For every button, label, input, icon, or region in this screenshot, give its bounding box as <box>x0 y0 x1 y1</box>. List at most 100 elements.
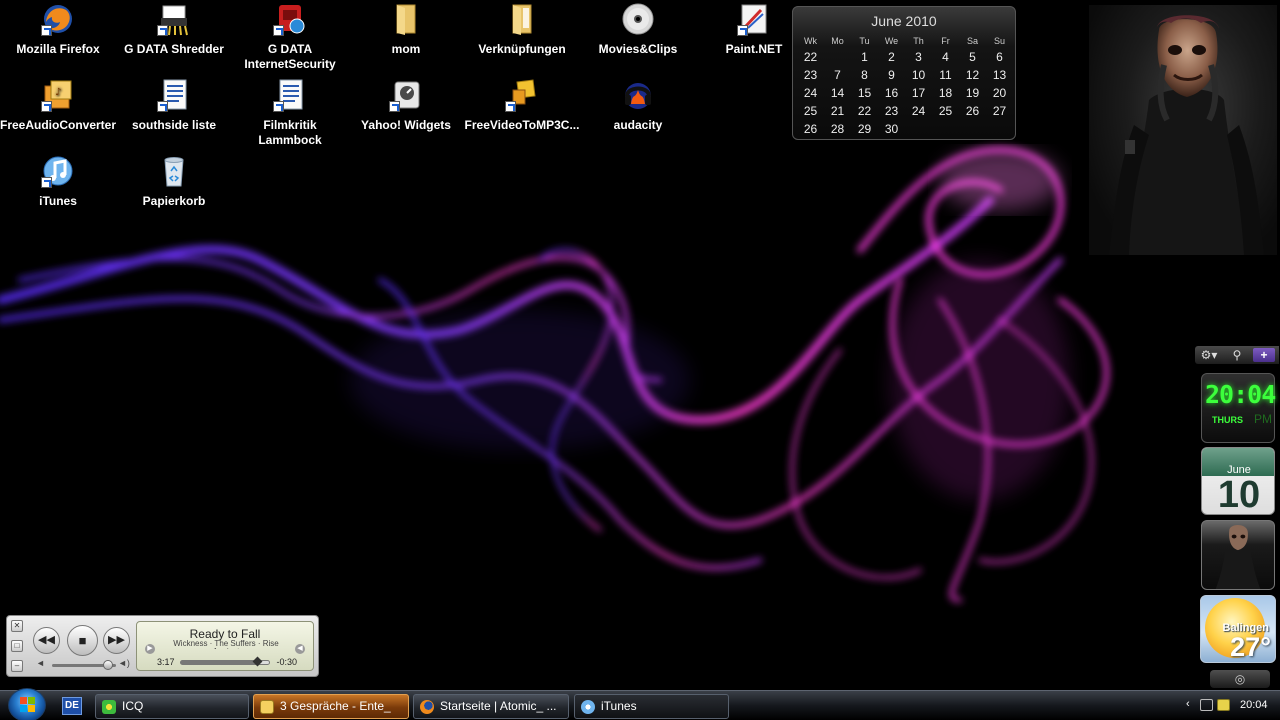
desktop-icon-firefox[interactable]: Mozilla Firefox <box>0 2 116 57</box>
desktop-icon-label: Yahoo! Widgets <box>361 118 451 132</box>
calendar-day[interactable]: 7 <box>824 66 851 84</box>
calendar-day[interactable]: 21 <box>824 102 851 120</box>
calendar-day[interactable]: 19 <box>959 84 986 102</box>
calendar-day[interactable]: 17 <box>905 84 932 102</box>
calendar-week-row: 26 28 29 30 <box>797 120 1013 138</box>
photo-gadget[interactable] <box>1089 5 1277 255</box>
gdata-icon <box>273 2 307 36</box>
play-right-icon[interactable]: ◀ <box>295 644 305 654</box>
desktop-icon-freevideotomp3[interactable]: FreeVideoToMP3C... <box>464 78 580 133</box>
calendar-day[interactable]: 25 <box>932 102 959 120</box>
stop-button[interactable]: ■ <box>67 625 98 656</box>
calendar-day[interactable]: 29 <box>851 120 878 138</box>
desktop-icon-mom[interactable]: mom <box>348 2 464 57</box>
calendar-day[interactable]: 28 <box>824 120 851 138</box>
desktop-icon-verknuepfungen[interactable]: Verknüpfungen <box>464 2 580 57</box>
task-label: ICQ <box>122 699 144 713</box>
desktop-icon-itunes[interactable]: iTunes <box>0 154 116 209</box>
calendar-day[interactable]: 30 <box>878 120 905 138</box>
desktop-icon-papierkorb[interactable]: Papierkorb <box>116 154 232 209</box>
desktop-icon-label: Filmkritik Lammbock <box>258 118 322 147</box>
desktop-icon-yahoo-widgets[interactable]: Yahoo! Widgets <box>348 78 464 133</box>
desktop-icon-label: Movies&Clips <box>598 42 678 56</box>
itunes-icon <box>41 154 75 188</box>
slideshow-gadget[interactable] <box>1201 520 1275 590</box>
desktop-icon-movies-clips[interactable]: Movies&Clips <box>580 2 696 57</box>
desktop-icon-freeaudioconverter[interactable]: ♪ FreeAudioConverter <box>0 78 116 133</box>
desktop-icon-gdata-internetsecurity[interactable]: G DATA InternetSecurity <box>232 2 348 72</box>
desktop-icon-audacity[interactable]: audacity <box>580 78 696 133</box>
plus-icon[interactable]: + <box>1253 348 1275 362</box>
now-playing-display[interactable]: Ready to Fall Wickness · The Suffers · R… <box>136 621 314 671</box>
maximize-icon[interactable]: □ <box>11 640 23 652</box>
folder-icon <box>505 2 539 36</box>
notification-icon[interactable] <box>1217 699 1230 711</box>
calendar-day[interactable]: 22 <box>851 102 878 120</box>
volume-knob[interactable] <box>103 660 114 670</box>
task-label: 3 Gespräche - Ente_ <box>280 699 391 713</box>
calendar-day[interactable]: 9 <box>878 66 905 84</box>
show-hidden-icons-icon[interactable]: ‹ <box>1186 698 1190 710</box>
calendar-day[interactable]: 3 <box>905 48 932 66</box>
calendar-day[interactable]: 20 <box>986 84 1013 102</box>
calendar-day[interactable]: 16 <box>878 84 905 102</box>
desktop-icon-southside-liste[interactable]: southside liste <box>116 78 232 133</box>
task-label: Startseite | Atomic_ ... <box>440 699 557 713</box>
weather-temperature: 27° <box>1230 632 1271 662</box>
calendar-day[interactable]: 5 <box>959 48 986 66</box>
calendar-day[interactable]: 11 <box>932 66 959 84</box>
taskbar-button-icq[interactable]: ICQ <box>95 694 249 719</box>
taskbar-button-chat[interactable]: 3 Gespräche - Ente_ <box>253 694 409 719</box>
date-gadget[interactable]: June 10 <box>1201 447 1275 515</box>
calendar-header-cell: Sa <box>966 36 978 46</box>
itunes-mini-player[interactable]: ✕ □ – ◀◀ ■ ▶▶ ◄ ◄) Ready to Fall Wicknes… <box>6 615 319 677</box>
weather-gadget[interactable]: Balingen 27° <box>1200 595 1276 663</box>
elapsed-time: 3:17 <box>157 657 175 667</box>
start-button[interactable] <box>8 688 46 720</box>
desktop-icon-gdata-shredder[interactable]: G DATA Shredder <box>116 2 232 57</box>
desktop-icon-filmkritik-lammbock[interactable]: Filmkritik Lammbock <box>232 78 348 148</box>
calendar-day[interactable]: 23 <box>878 102 905 120</box>
taskbar-button-firefox[interactable]: Startseite | Atomic_ ... <box>413 694 569 719</box>
calendar-day[interactable]: 15 <box>851 84 878 102</box>
next-button[interactable]: ▶▶ <box>103 627 130 654</box>
calendar-day[interactable]: 1 <box>851 48 878 66</box>
calendar-header-cell: Su <box>993 36 1005 46</box>
language-indicator[interactable]: DE <box>62 697 82 715</box>
desktop-icon-label: audacity <box>613 118 663 132</box>
gear-icon[interactable]: ⚙▾ <box>1195 348 1223 362</box>
desktop-icon-label: Mozilla Firefox <box>16 42 100 56</box>
calendar-day[interactable]: 14 <box>824 84 851 102</box>
tray-clock[interactable]: 20:04 <box>1240 699 1268 711</box>
sidebar-handle[interactable]: ◎ <box>1210 670 1270 688</box>
close-icon[interactable]: ✕ <box>11 620 23 632</box>
calendar-day[interactable]: 18 <box>932 84 959 102</box>
calendar-day[interactable]: 4 <box>932 48 959 66</box>
calendar-week-number: 26 <box>803 122 818 136</box>
taskbar-button-itunes[interactable]: iTunes <box>574 694 729 719</box>
calendar-day[interactable]: 24 <box>905 102 932 120</box>
play-left-icon[interactable]: ▶ <box>145 644 155 654</box>
calendar-gadget[interactable]: June 2010 Wk Mo Tu We Th Fr Sa Su 22 1 2 3 4 5 6 23 7 8 9… <box>792 6 1016 140</box>
calendar-day[interactable]: 8 <box>851 66 878 84</box>
previous-button[interactable]: ◀◀ <box>33 627 60 654</box>
calendar-day[interactable]: 2 <box>878 48 905 66</box>
calendar-day[interactable]: 13 <box>986 66 1013 84</box>
calendar-day[interactable]: 26 <box>959 102 986 120</box>
calendar-day[interactable]: 10 <box>905 66 932 84</box>
date-day: 10 <box>1217 474 1261 515</box>
folder-icon <box>389 2 423 36</box>
calendar-day[interactable]: 12 <box>959 66 986 84</box>
clock-gadget[interactable]: 20:04 THURS PM <box>1201 373 1276 443</box>
progress-bar[interactable] <box>180 656 270 667</box>
recycle-bin-icon <box>157 154 191 188</box>
minimize-icon[interactable]: – <box>11 660 23 672</box>
search-icon[interactable]: ⚲ <box>1223 348 1251 362</box>
calendar-day[interactable]: 27 <box>986 102 1013 120</box>
network-icon[interactable] <box>1200 699 1213 711</box>
fast-forward-icon: ▶▶ <box>108 634 125 646</box>
volume-slider[interactable]: ◄ ◄) <box>34 658 138 672</box>
calendar-day[interactable]: 6 <box>986 48 1013 66</box>
track-title: Ready to Fall <box>189 627 261 641</box>
progress-handle[interactable] <box>252 656 262 667</box>
